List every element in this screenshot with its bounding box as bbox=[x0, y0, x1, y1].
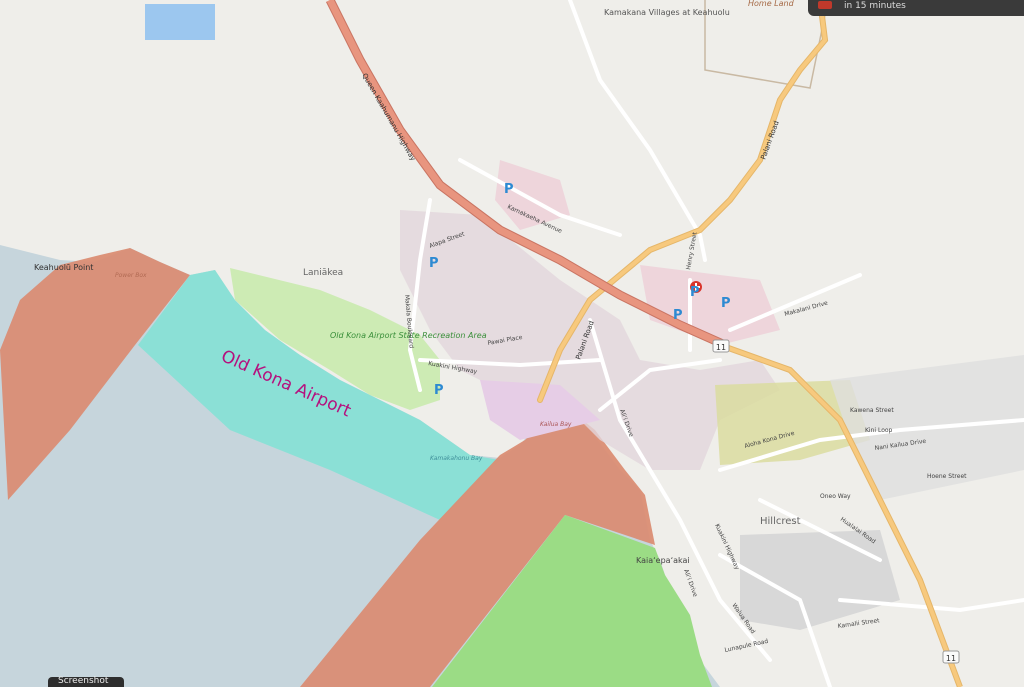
label-home-land: Home Land bbox=[748, 0, 795, 8]
route-11-label-1: 11 bbox=[716, 343, 726, 352]
screenshot-button[interactable]: Screenshot bbox=[48, 676, 124, 687]
label-kamakana: Kamakana Villages at Keahuolu bbox=[604, 8, 730, 17]
label-hillcrest: Hillcrest bbox=[760, 516, 801, 527]
label-kailua-bay: Kailua Bay bbox=[540, 421, 572, 428]
label-kaiaepa-akai: Kaiaʻepaʻakai bbox=[636, 556, 690, 565]
label-kawena: Kawena Street bbox=[850, 407, 894, 414]
screenshot-label: Screenshot bbox=[58, 676, 109, 686]
alert-icon bbox=[818, 1, 832, 9]
parking-icon-6[interactable]: P bbox=[434, 383, 444, 398]
label-power-box: Power Box bbox=[115, 272, 147, 279]
label-oneo-way: Oneo Way bbox=[820, 493, 851, 500]
route-11-label-2: 11 bbox=[946, 654, 956, 663]
parking-icon-2[interactable]: P bbox=[429, 256, 439, 271]
parking-icon-5[interactable]: P bbox=[721, 296, 731, 311]
label-hoene: Hoene Street bbox=[927, 473, 967, 480]
label-keahuolu-point: Keahuolū Point bbox=[34, 263, 93, 272]
parking-icon-1[interactable]: P bbox=[504, 182, 514, 197]
map-view[interactable]: 11 11 P P P P P P Home Land Kamakana Vil… bbox=[0, 0, 1024, 687]
label-kamakahonu-bay: Kamakahonu Bay bbox=[430, 455, 483, 462]
route-11-shield-2: 11 bbox=[942, 650, 960, 664]
map-canvas[interactable]: 11 11 P P P P P P Home Land Kamakana Vil… bbox=[0, 0, 1024, 687]
parking-icon-4[interactable]: P bbox=[690, 285, 700, 300]
route-11-shield-1: 11 bbox=[712, 339, 730, 353]
overlay-text: in 15 minutes bbox=[844, 1, 906, 11]
label-laniakea: Laniākea bbox=[303, 268, 343, 278]
directions-overlay[interactable]: in 15 minutes bbox=[808, 0, 1024, 16]
label-kini-loop: Kini Loop bbox=[865, 427, 893, 434]
pools bbox=[145, 4, 215, 40]
parking-icon-3[interactable]: P bbox=[673, 308, 683, 323]
